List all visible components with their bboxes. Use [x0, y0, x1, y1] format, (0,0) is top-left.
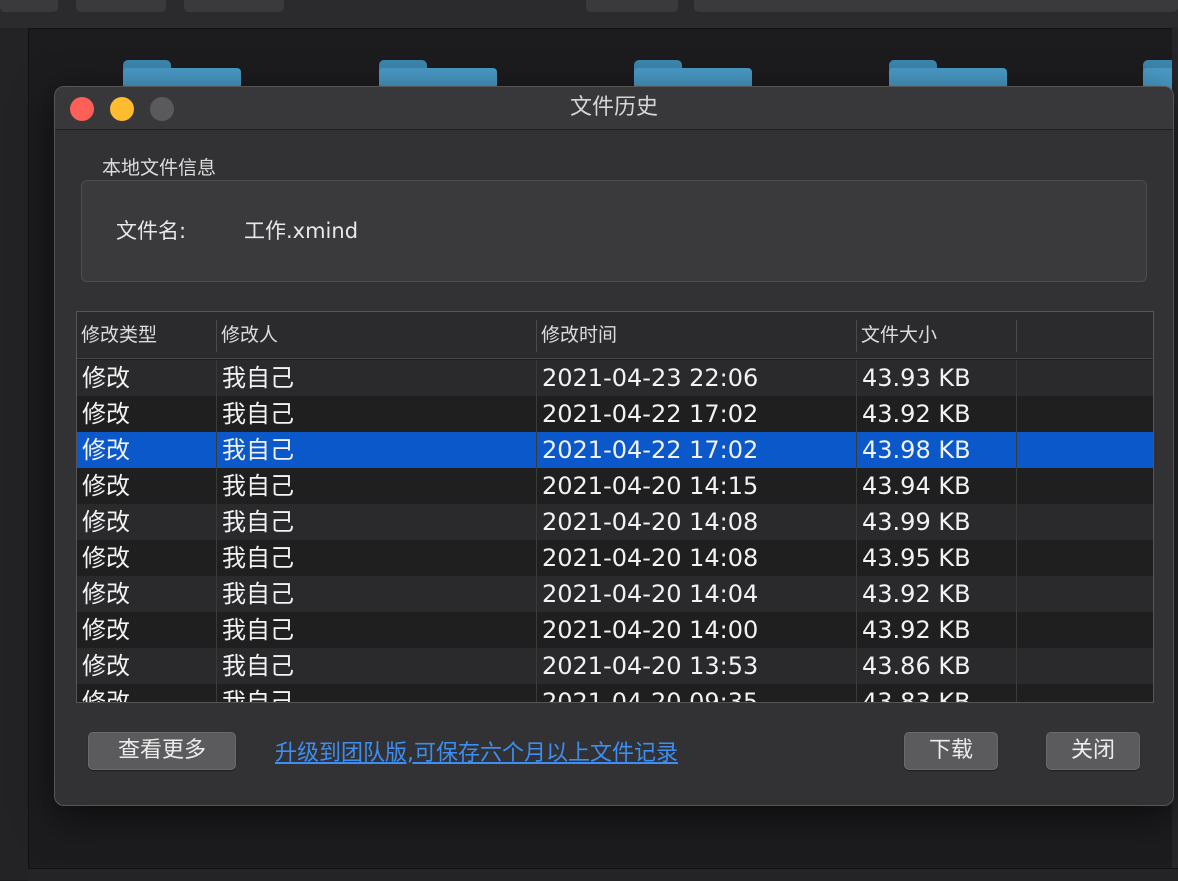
- background-sidebar: [0, 28, 29, 880]
- table-row[interactable]: 修改 我自己 2021-04-20 14:15 43.94 KB: [77, 468, 1153, 504]
- cell-author: 我自己: [222, 436, 294, 464]
- table-header: 修改类型 修改人 修改时间 文件大小: [77, 312, 1153, 359]
- column-header-type[interactable]: 修改类型: [77, 312, 217, 358]
- cell-author: 我自己: [222, 652, 294, 680]
- table-row[interactable]: 修改 我自己 2021-04-23 22:06 43.93 KB: [77, 360, 1153, 396]
- cell-size: 43.98 KB: [862, 436, 971, 464]
- cell-author: 我自己: [222, 616, 294, 644]
- cell-author: 我自己: [222, 688, 294, 703]
- table-row[interactable]: 修改 我自己 2021-04-20 14:08 43.95 KB: [77, 540, 1153, 576]
- cell-type: 修改: [82, 544, 130, 572]
- table-row[interactable]: 修改 我自己 2021-04-20 14:00 43.92 KB: [77, 612, 1153, 648]
- table-row[interactable]: 修改 我自己 2021-04-20 13:53 43.86 KB: [77, 648, 1153, 684]
- cell-time: 2021-04-20 09:35: [542, 688, 759, 703]
- cell-time: 2021-04-20 14:08: [542, 544, 759, 572]
- cell-time: 2021-04-20 14:15: [542, 472, 759, 500]
- column-header-size[interactable]: 文件大小: [857, 312, 1017, 358]
- cell-time: 2021-04-20 13:53: [542, 652, 759, 680]
- file-history-dialog: 文件历史 本地文件信息 文件名: 工作.xmind 修改类型 修改人 修改时间 …: [54, 86, 1174, 806]
- cell-author: 我自己: [222, 364, 294, 392]
- cell-size: 43.93 KB: [862, 364, 971, 392]
- dialog-title: 文件历史: [569, 95, 658, 120]
- cell-time: 2021-04-20 14:04: [542, 580, 759, 608]
- local-file-info-box: 文件名: 工作.xmind: [81, 180, 1147, 282]
- column-header-author[interactable]: 修改人: [217, 312, 537, 358]
- cell-size: 43.92 KB: [862, 616, 971, 644]
- cell-author: 我自己: [222, 472, 294, 500]
- column-header-time[interactable]: 修改时间: [537, 312, 857, 358]
- column-divider: [536, 360, 537, 702]
- history-table: 修改类型 修改人 修改时间 文件大小 修改 我自己 2021-04-23 22:06…: [76, 311, 1154, 703]
- column-divider: [1016, 360, 1017, 702]
- cell-type: 修改: [82, 436, 130, 464]
- dialog-titlebar: 文件历史: [55, 87, 1173, 130]
- table-row[interactable]: 修改 我自己 2021-04-22 17:02 43.92 KB: [77, 396, 1153, 432]
- table-row[interactable]: 修改 我自己 2021-04-20 14:08 43.99 KB: [77, 504, 1153, 540]
- background-toolbar: [0, 0, 1178, 29]
- background-search-field: [694, 0, 1178, 12]
- column-divider: [856, 360, 857, 702]
- cell-type: 修改: [82, 472, 130, 500]
- close-button[interactable]: 关闭: [1046, 732, 1140, 770]
- column-divider: [216, 360, 217, 702]
- cell-author: 我自己: [222, 544, 294, 572]
- background-toolbar-button: [586, 0, 678, 12]
- cell-size: 43.94 KB: [862, 472, 971, 500]
- cell-size: 43.99 KB: [862, 508, 971, 536]
- cell-size: 43.92 KB: [862, 580, 971, 608]
- background-toolbar-button: [76, 0, 166, 12]
- cell-size: 43.86 KB: [862, 652, 971, 680]
- file-name-value: 工作.xmind: [244, 219, 359, 243]
- cell-size: 43.83 KB: [862, 688, 971, 703]
- cell-type: 修改: [82, 652, 130, 680]
- cell-author: 我自己: [222, 580, 294, 608]
- local-file-info-label: 本地文件信息: [102, 157, 217, 179]
- background-toolbar-button: [0, 0, 58, 12]
- cell-type: 修改: [82, 616, 130, 644]
- column-divider: [1016, 320, 1017, 352]
- cell-size: 43.95 KB: [862, 544, 971, 572]
- cell-type: 修改: [82, 580, 130, 608]
- table-row[interactable]: 修改 我自己 2021-04-20 14:04 43.92 KB: [77, 576, 1153, 612]
- cell-time: 2021-04-20 14:08: [542, 508, 759, 536]
- cell-time: 2021-04-20 14:00: [542, 616, 759, 644]
- background-toolbar-button: [184, 0, 284, 12]
- table-row[interactable]: 修改 我自己 2021-04-22 17:02 43.98 KB: [77, 432, 1153, 468]
- cell-type: 修改: [82, 688, 130, 703]
- download-button[interactable]: 下载: [904, 732, 998, 770]
- cell-author: 我自己: [222, 508, 294, 536]
- cell-type: 修改: [82, 508, 130, 536]
- cell-time: 2021-04-23 22:06: [542, 364, 759, 392]
- cell-author: 我自己: [222, 400, 294, 428]
- file-name-label: 文件名:: [116, 219, 187, 243]
- cell-time: 2021-04-22 17:02: [542, 400, 759, 428]
- view-more-button[interactable]: 查看更多: [88, 732, 236, 770]
- background-status-bar: [28, 868, 1178, 881]
- cell-time: 2021-04-22 17:02: [542, 436, 759, 464]
- cell-size: 43.92 KB: [862, 400, 971, 428]
- cell-type: 修改: [82, 400, 130, 428]
- upgrade-link[interactable]: 升级到团队版,可保存六个月以上文件记录: [275, 735, 678, 767]
- cell-type: 修改: [82, 364, 130, 392]
- table-row[interactable]: 修改 我自己 2021-04-20 09:35 43.83 KB: [77, 684, 1153, 703]
